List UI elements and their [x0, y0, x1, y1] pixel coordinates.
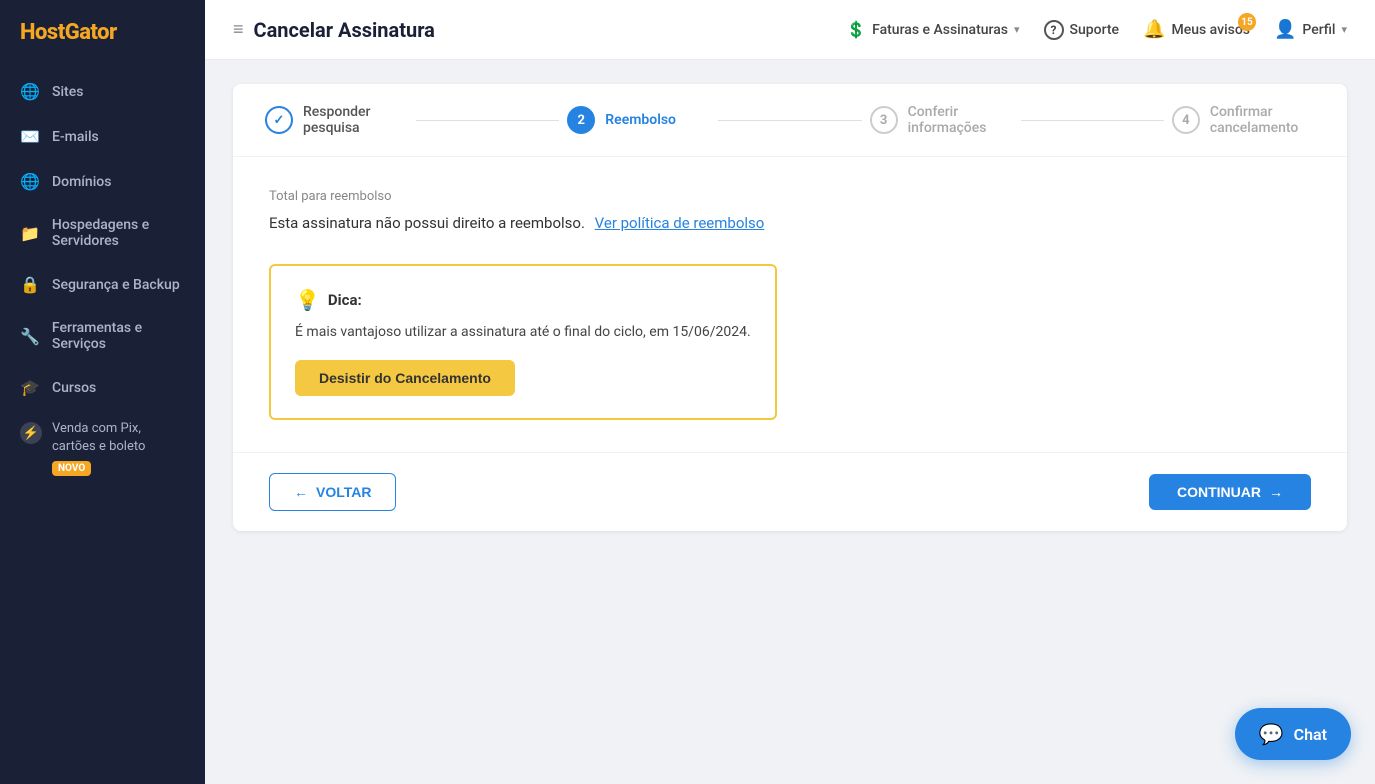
back-button[interactable]: ← VOLTAR [269, 473, 396, 511]
desistir-button[interactable]: Desistir do Cancelamento [295, 360, 515, 396]
mail-icon: ✉️ [20, 127, 40, 146]
header-nav: 💲 Faturas e Assinaturas ▾ ? Suporte 🔔 15… [846, 19, 1347, 40]
faturas-label: Faturas e Assinaturas [872, 22, 1008, 38]
sidebar-item-hospedagens[interactable]: 📁 Hospedagens e Servidores [0, 204, 205, 262]
dollar-icon: 💲 [846, 20, 866, 39]
sidebar-item-label: E-mails [52, 129, 99, 145]
sidebar-item-dominios[interactable]: 🌐 Domínios [0, 159, 205, 204]
step-separator-1 [416, 120, 559, 121]
main-card: ✓ Responder pesquisa 2 Reembolso 3 Confe… [233, 84, 1347, 531]
chat-button[interactable]: 💬 Chat [1235, 708, 1351, 760]
sidebar-item-label: Hospedagens e Servidores [52, 217, 185, 249]
user-icon: 👤 [1274, 19, 1296, 40]
chevron-down-icon-perfil: ▾ [1341, 23, 1347, 36]
chat-label: Chat [1294, 725, 1327, 744]
arrow-left-icon: ← [294, 484, 308, 500]
lock-icon: 🔒 [20, 275, 40, 294]
chat-icon: 💬 [1259, 722, 1284, 746]
question-icon: ? [1044, 20, 1064, 40]
continue-button[interactable]: CONTINUAR → [1149, 474, 1311, 510]
header-nav-suporte[interactable]: ? Suporte [1044, 20, 1120, 40]
table-icon: ≡ [233, 19, 244, 40]
sidebar-item-pix[interactable]: ⚡ Venda com Pix, cartões e boleto NOVO [0, 410, 205, 492]
header: ≡ Cancelar Assinatura 💲 Faturas e Assina… [205, 0, 1375, 60]
header-nav-faturas[interactable]: 💲 Faturas e Assinaturas ▾ [846, 20, 1019, 39]
sidebar: HostGator 🌐 Sites ✉️ E-mails 🌐 Domínios … [0, 0, 205, 784]
page-title: Cancelar Assinatura [254, 18, 435, 42]
sidebar-item-ferramentas[interactable]: 🔧 Ferramentas e Serviços [0, 307, 205, 365]
sidebar-item-label: Sites [52, 84, 83, 100]
card-footer: ← VOLTAR CONTINUAR → [233, 452, 1347, 531]
step-circle-confirmar: 4 [1172, 106, 1200, 134]
folder-icon: 🌐 [20, 172, 40, 191]
server-icon: 📁 [20, 224, 40, 243]
header-nav-avisos[interactable]: 🔔 15 Meus avisos [1143, 19, 1250, 40]
sidebar-item-label: Ferramentas e Serviços [52, 320, 185, 352]
step-label-conferir: Conferir informações [908, 104, 1013, 136]
bell-icon: 🔔 [1143, 19, 1165, 40]
step-conferir: 3 Conferir informações [870, 104, 1013, 136]
step-pesquisa: ✓ Responder pesquisa [265, 104, 408, 136]
arrow-right-icon: → [1269, 484, 1283, 500]
step-circle-reembolso: 2 [567, 106, 595, 134]
graduation-icon: 🎓 [20, 378, 40, 397]
step-separator-3 [1021, 120, 1164, 121]
header-title-area: ≡ Cancelar Assinatura [233, 18, 826, 42]
sidebar-nav: 🌐 Sites ✉️ E-mails 🌐 Domínios 📁 Hospedag… [0, 69, 205, 784]
refund-text: Esta assinatura não possui direito a ree… [269, 214, 1311, 232]
tip-box: 💡 Dica: É mais vantajoso utilizar a assi… [269, 264, 777, 420]
novo-badge: NOVO [52, 461, 91, 476]
perfil-label: Perfil [1302, 22, 1335, 38]
sidebar-logo: HostGator [0, 0, 205, 69]
shield-icon: ⚡ [20, 422, 42, 444]
sidebar-item-sites[interactable]: 🌐 Sites [0, 69, 205, 114]
sidebar-item-label: Segurança e Backup [52, 277, 180, 293]
sidebar-item-seguranca[interactable]: 🔒 Segurança e Backup [0, 262, 205, 307]
step-label-confirmar: Confirmar cancelamento [1210, 104, 1315, 136]
sidebar-item-emails[interactable]: ✉️ E-mails [0, 114, 205, 159]
step-reembolso: 2 Reembolso [567, 106, 710, 134]
chevron-down-icon: ▾ [1014, 23, 1020, 36]
sidebar-item-label: Domínios [52, 174, 111, 190]
tip-title: Dica: [328, 291, 362, 309]
sidebar-item-cursos[interactable]: 🎓 Cursos [0, 365, 205, 410]
pix-label: Venda com Pix, cartões e boleto [52, 420, 185, 456]
bulb-icon: 💡 [295, 288, 320, 312]
content-area: ✓ Responder pesquisa 2 Reembolso 3 Confe… [205, 60, 1375, 784]
step-label-pesquisa: Responder pesquisa [303, 104, 408, 136]
globe-icon: 🌐 [20, 82, 40, 101]
tip-text: É mais vantajoso utilizar a assinatura a… [295, 324, 751, 340]
main-content: ≡ Cancelar Assinatura 💲 Faturas e Assina… [205, 0, 1375, 784]
refund-policy-link[interactable]: Ver política de reembolso [595, 214, 765, 232]
step-circle-pesquisa: ✓ [265, 106, 293, 134]
header-nav-perfil[interactable]: 👤 Perfil ▾ [1274, 19, 1347, 40]
tip-header: 💡 Dica: [295, 288, 751, 312]
step-circle-conferir: 3 [870, 106, 898, 134]
step-label-reembolso: Reembolso [605, 112, 676, 128]
step-confirmar: 4 Confirmar cancelamento [1172, 104, 1315, 136]
step-separator-2 [718, 120, 861, 121]
refund-label: Total para reembolso [269, 189, 1311, 204]
sidebar-item-label: Cursos [52, 380, 96, 396]
card-body: Total para reembolso Esta assinatura não… [233, 157, 1347, 452]
wrench-icon: 🔧 [20, 327, 40, 346]
avisos-badge: 15 [1238, 13, 1256, 31]
suporte-label: Suporte [1070, 22, 1120, 38]
steps-bar: ✓ Responder pesquisa 2 Reembolso 3 Confe… [233, 84, 1347, 157]
